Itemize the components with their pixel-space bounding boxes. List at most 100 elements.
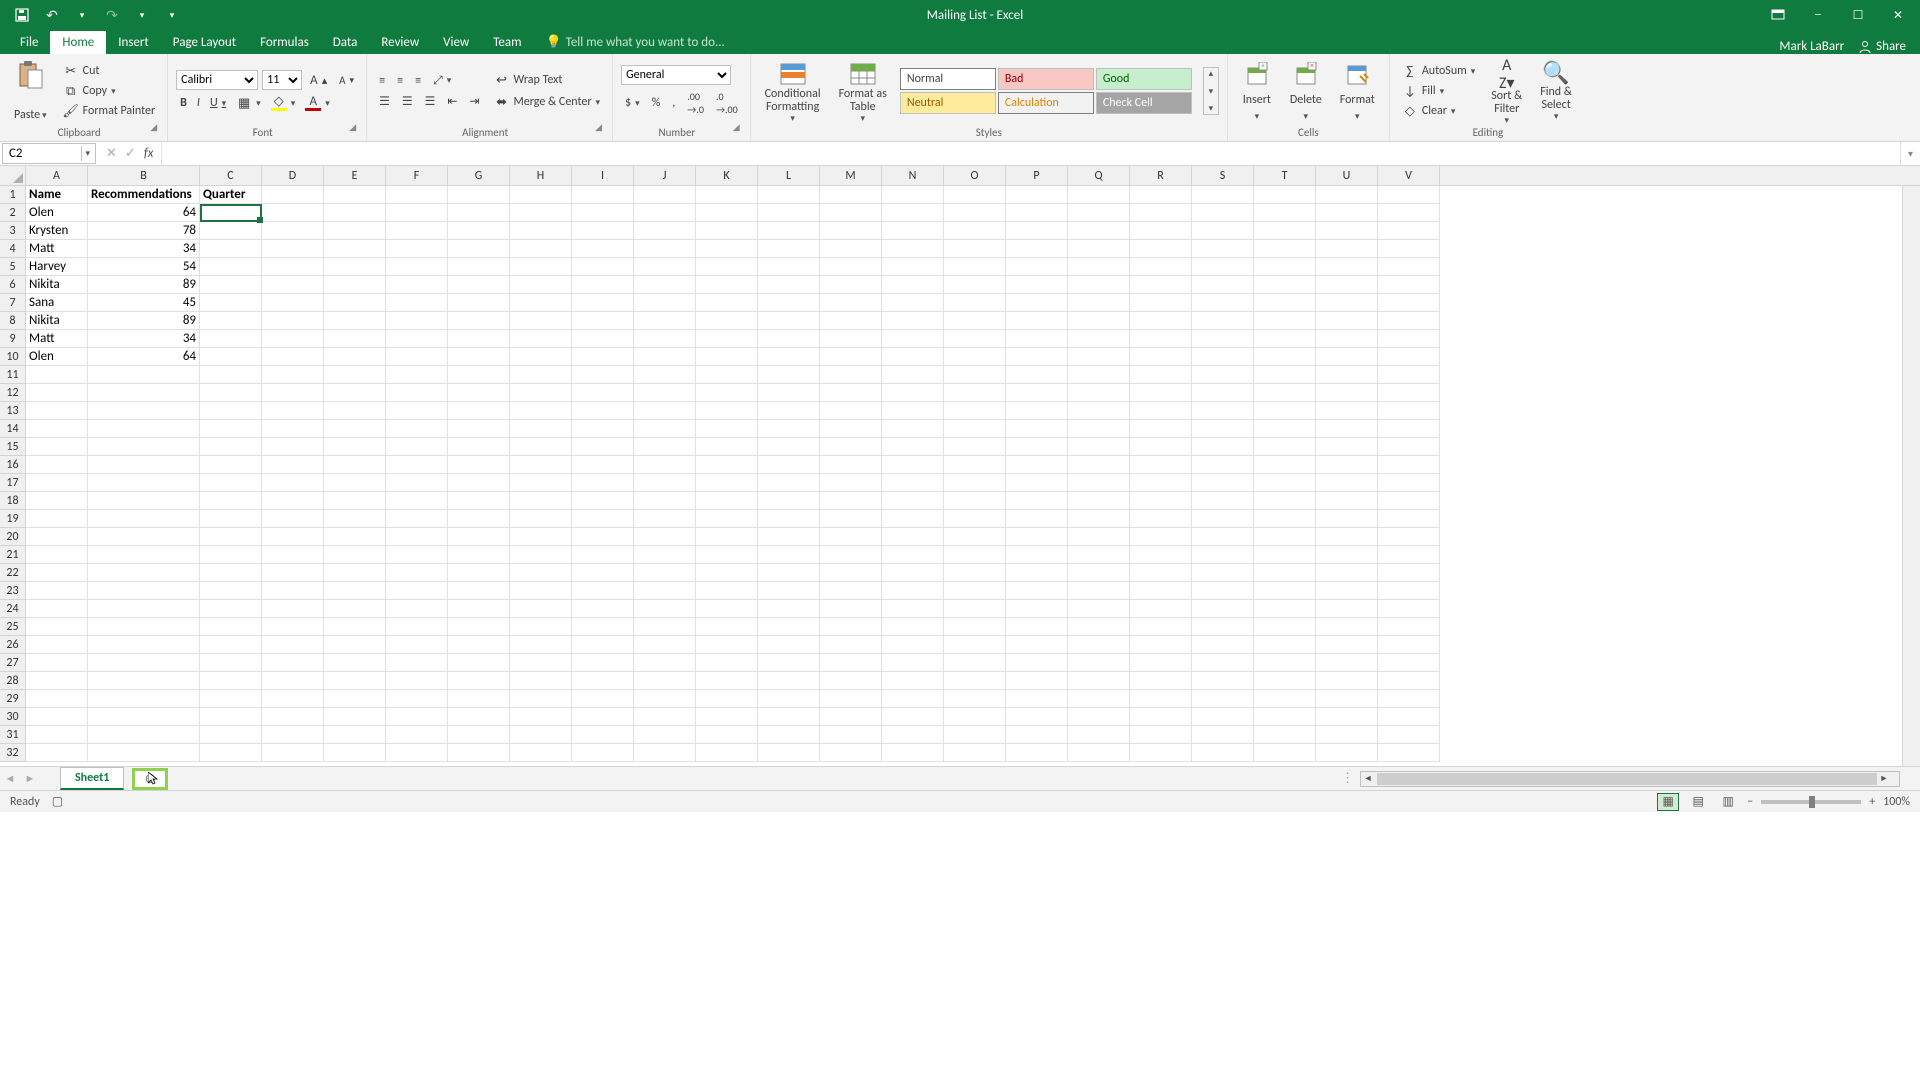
tab-view[interactable]: View bbox=[431, 31, 481, 54]
cell-T6[interactable] bbox=[1254, 276, 1316, 294]
cell-H3[interactable] bbox=[510, 222, 572, 240]
cell-P9[interactable] bbox=[1006, 330, 1068, 348]
cell-P12[interactable] bbox=[1006, 384, 1068, 402]
merge-center-button[interactable]: ⬌Merge & Center bbox=[490, 93, 605, 111]
cell-L10[interactable] bbox=[758, 348, 820, 366]
cell-M18[interactable] bbox=[820, 492, 882, 510]
row-header-7[interactable]: 7 bbox=[0, 294, 26, 312]
cell-D21[interactable] bbox=[262, 546, 324, 564]
cell-G26[interactable] bbox=[448, 636, 510, 654]
cell-S23[interactable] bbox=[1192, 582, 1254, 600]
cell-I2[interactable] bbox=[572, 204, 634, 222]
styles-scroll[interactable]: ▴▾▾ bbox=[1203, 67, 1219, 115]
cell-K11[interactable] bbox=[696, 366, 758, 384]
cell-D20[interactable] bbox=[262, 528, 324, 546]
cell-D15[interactable] bbox=[262, 438, 324, 456]
cell-J28[interactable] bbox=[634, 672, 696, 690]
col-header-P[interactable]: P bbox=[1006, 166, 1068, 185]
cell-E9[interactable] bbox=[324, 330, 386, 348]
cell-N10[interactable] bbox=[882, 348, 944, 366]
cell-R6[interactable] bbox=[1130, 276, 1192, 294]
cell-U23[interactable] bbox=[1316, 582, 1378, 600]
qat-dropdown-2[interactable]: ▾ bbox=[132, 5, 152, 25]
cell-F24[interactable] bbox=[386, 600, 448, 618]
cell-U31[interactable] bbox=[1316, 726, 1378, 744]
cell-E17[interactable] bbox=[324, 474, 386, 492]
cell-C32[interactable] bbox=[200, 744, 262, 762]
cell-J9[interactable] bbox=[634, 330, 696, 348]
cell-G7[interactable] bbox=[448, 294, 510, 312]
cell-N23[interactable] bbox=[882, 582, 944, 600]
cell-C13[interactable] bbox=[200, 402, 262, 420]
col-header-V[interactable]: V bbox=[1378, 166, 1440, 185]
cell-O13[interactable] bbox=[944, 402, 1006, 420]
cell-N5[interactable] bbox=[882, 258, 944, 276]
cell-D13[interactable] bbox=[262, 402, 324, 420]
cell-V17[interactable] bbox=[1378, 474, 1440, 492]
cell-B19[interactable] bbox=[88, 510, 200, 528]
cell-M2[interactable] bbox=[820, 204, 882, 222]
cell-C23[interactable] bbox=[200, 582, 262, 600]
cell-P22[interactable] bbox=[1006, 564, 1068, 582]
zoom-out-button[interactable]: − bbox=[1747, 795, 1753, 809]
cell-U30[interactable] bbox=[1316, 708, 1378, 726]
cell-T2[interactable] bbox=[1254, 204, 1316, 222]
cell-L22[interactable] bbox=[758, 564, 820, 582]
cell-U9[interactable] bbox=[1316, 330, 1378, 348]
cell-F23[interactable] bbox=[386, 582, 448, 600]
cell-C3[interactable] bbox=[200, 222, 262, 240]
cell-Q29[interactable] bbox=[1068, 690, 1130, 708]
zoom-slider[interactable] bbox=[1761, 800, 1861, 804]
cell-D2[interactable] bbox=[262, 204, 324, 222]
cell-F15[interactable] bbox=[386, 438, 448, 456]
cell-F6[interactable] bbox=[386, 276, 448, 294]
cell-Q28[interactable] bbox=[1068, 672, 1130, 690]
cell-S17[interactable] bbox=[1192, 474, 1254, 492]
cell-O9[interactable] bbox=[944, 330, 1006, 348]
cell-H4[interactable] bbox=[510, 240, 572, 258]
cell-H1[interactable] bbox=[510, 186, 572, 204]
row-header-26[interactable]: 26 bbox=[0, 636, 26, 654]
cell-O8[interactable] bbox=[944, 312, 1006, 330]
cell-V11[interactable] bbox=[1378, 366, 1440, 384]
cell-D32[interactable] bbox=[262, 744, 324, 762]
fx-icon[interactable]: fx bbox=[144, 146, 154, 161]
tab-data[interactable]: Data bbox=[321, 31, 370, 54]
cell-S2[interactable] bbox=[1192, 204, 1254, 222]
cell-V22[interactable] bbox=[1378, 564, 1440, 582]
cell-A7[interactable]: Sana bbox=[26, 294, 88, 312]
cell-U19[interactable] bbox=[1316, 510, 1378, 528]
cell-V28[interactable] bbox=[1378, 672, 1440, 690]
cell-H16[interactable] bbox=[510, 456, 572, 474]
cell-O14[interactable] bbox=[944, 420, 1006, 438]
col-header-U[interactable]: U bbox=[1316, 166, 1378, 185]
cell-Q4[interactable] bbox=[1068, 240, 1130, 258]
cell-C17[interactable] bbox=[200, 474, 262, 492]
row-header-27[interactable]: 27 bbox=[0, 654, 26, 672]
row-header-19[interactable]: 19 bbox=[0, 510, 26, 528]
row-header-32[interactable]: 32 bbox=[0, 744, 26, 762]
cell-T7[interactable] bbox=[1254, 294, 1316, 312]
cell-T18[interactable] bbox=[1254, 492, 1316, 510]
col-header-S[interactable]: S bbox=[1192, 166, 1254, 185]
cell-U21[interactable] bbox=[1316, 546, 1378, 564]
cell-G21[interactable] bbox=[448, 546, 510, 564]
cell-S20[interactable] bbox=[1192, 528, 1254, 546]
cell-I4[interactable] bbox=[572, 240, 634, 258]
cell-R7[interactable] bbox=[1130, 294, 1192, 312]
row-header-8[interactable]: 8 bbox=[0, 312, 26, 330]
cell-S22[interactable] bbox=[1192, 564, 1254, 582]
cell-Q12[interactable] bbox=[1068, 384, 1130, 402]
cell-T29[interactable] bbox=[1254, 690, 1316, 708]
row-header-22[interactable]: 22 bbox=[0, 564, 26, 582]
cell-Q26[interactable] bbox=[1068, 636, 1130, 654]
cell-R30[interactable] bbox=[1130, 708, 1192, 726]
cell-C11[interactable] bbox=[200, 366, 262, 384]
wrap-text-button[interactable]: ↩Wrap Text bbox=[490, 71, 605, 89]
cell-C5[interactable] bbox=[200, 258, 262, 276]
cell-B20[interactable] bbox=[88, 528, 200, 546]
cell-C29[interactable] bbox=[200, 690, 262, 708]
cell-R19[interactable] bbox=[1130, 510, 1192, 528]
cell-S3[interactable] bbox=[1192, 222, 1254, 240]
cell-F26[interactable] bbox=[386, 636, 448, 654]
